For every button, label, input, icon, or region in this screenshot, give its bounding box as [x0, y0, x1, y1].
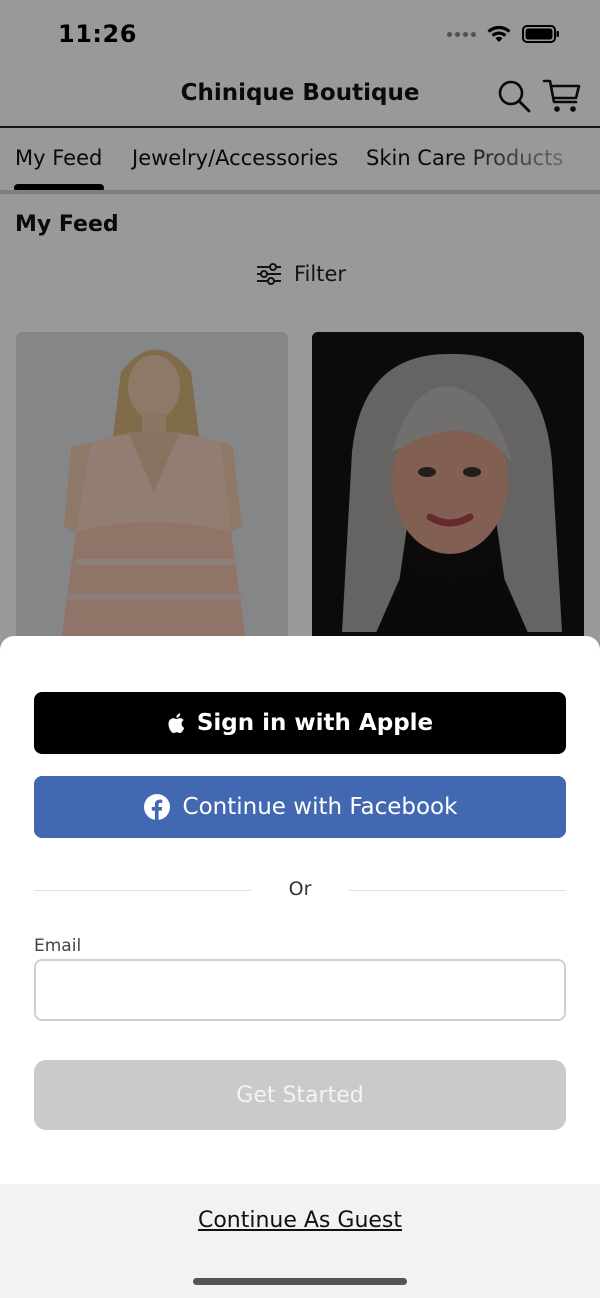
facebook-button-label: Continue with Facebook: [182, 794, 458, 820]
sign-in-sheet: Sign in with Apple Continue with Faceboo…: [0, 636, 600, 1298]
divider-line-right: [348, 890, 566, 891]
continue-with-facebook-button[interactable]: Continue with Facebook: [34, 776, 566, 838]
apple-icon: [168, 713, 185, 734]
get-started-button[interactable]: Get Started: [34, 1060, 566, 1130]
apple-button-label: Sign in with Apple: [196, 710, 434, 736]
continue-as-guest-link[interactable]: Continue As Guest: [0, 1208, 600, 1233]
app: 11:26 Chinique Boutique My Feed Jewelry/…: [0, 0, 600, 1298]
sign-in-with-apple-button[interactable]: Sign in with Apple: [34, 692, 566, 754]
facebook-icon: [143, 794, 170, 820]
email-label: Email: [34, 936, 82, 956]
home-indicator[interactable]: [193, 1278, 407, 1285]
or-divider: Or: [34, 876, 566, 906]
get-started-label: Get Started: [236, 1082, 364, 1108]
sheet-footer: Continue As Guest: [0, 1184, 600, 1298]
email-field[interactable]: [34, 959, 566, 1021]
divider-text: Or: [288, 878, 312, 900]
